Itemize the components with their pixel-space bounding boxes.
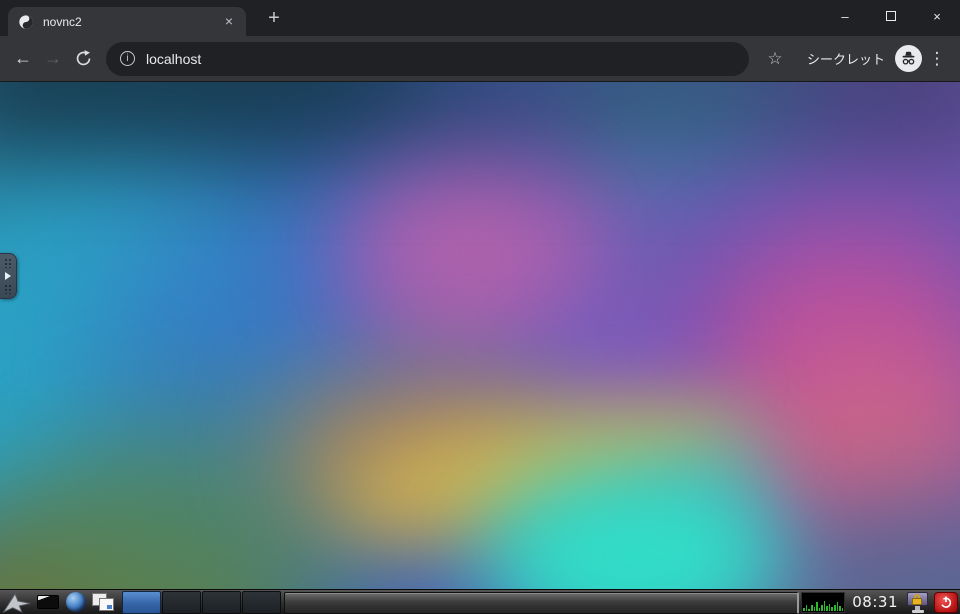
grip-dots-icon [3, 258, 13, 268]
power-icon [940, 596, 952, 608]
wallpaper-blob [370, 182, 570, 322]
icewm-logo-icon [2, 592, 31, 613]
novnc-favicon-icon [18, 14, 34, 30]
task-area [284, 591, 800, 614]
workspace-switcher [122, 590, 282, 614]
cpu-monitor-bars [803, 594, 844, 611]
new-tab-button[interactable]: + [260, 5, 288, 33]
grip-dots-icon [3, 284, 13, 294]
tab-close-icon[interactable]: × [220, 13, 238, 31]
window-list-button[interactable] [90, 590, 118, 614]
desktop-wallpaper [0, 82, 960, 614]
bookmark-star-icon[interactable]: ☆ [761, 49, 789, 69]
reload-icon [76, 50, 90, 66]
maximize-icon [886, 11, 896, 21]
globe-icon [66, 592, 86, 612]
expand-arrow-icon [5, 272, 11, 280]
terminal-launcher[interactable] [34, 590, 62, 614]
power-button[interactable] [934, 591, 958, 613]
incognito-badge-icon [895, 45, 922, 72]
lock-screen-button[interactable] [904, 590, 932, 614]
workspace-button[interactable] [202, 590, 241, 614]
wallpaper-blob [0, 82, 960, 152]
browser-window: novnc2 × + – × ← → i localhost ☆ シークレット [0, 0, 960, 614]
reload-button[interactable] [68, 44, 98, 74]
window-controls: – × [822, 0, 960, 32]
tab-bar: novnc2 × + – × [0, 0, 960, 36]
workspace-button[interactable] [162, 590, 201, 614]
browser-launcher[interactable] [62, 590, 90, 614]
address-bar[interactable]: i localhost [106, 41, 749, 76]
minimize-button[interactable]: – [822, 0, 868, 32]
taskbar-clock: 08:31 [852, 593, 898, 611]
tab-novnc2[interactable]: novnc2 × [8, 7, 246, 36]
start-menu-button[interactable] [0, 590, 34, 614]
windows-icon [92, 592, 116, 612]
tab-title: novnc2 [43, 14, 82, 29]
incognito-label: シークレット [806, 52, 885, 67]
forward-button[interactable]: → [38, 44, 68, 74]
browser-toolbar: ← → i localhost ☆ シークレット ⋮ [0, 36, 960, 82]
site-info-icon[interactable]: i [120, 51, 135, 66]
vnc-viewport[interactable]: 08:31 [0, 82, 960, 614]
cpu-monitor[interactable] [801, 591, 846, 613]
novnc-control-bar-handle[interactable] [0, 253, 17, 299]
close-button[interactable]: × [914, 0, 960, 32]
back-button[interactable]: ← [8, 44, 38, 74]
workspace-button[interactable] [242, 590, 281, 614]
workspace-button-active[interactable] [122, 590, 161, 614]
menu-icon[interactable]: ⋮ [922, 49, 952, 69]
taskbar: 08:31 [0, 589, 960, 614]
url-text: localhost [146, 50, 202, 67]
terminal-icon [37, 595, 59, 609]
maximize-button[interactable] [868, 0, 914, 32]
